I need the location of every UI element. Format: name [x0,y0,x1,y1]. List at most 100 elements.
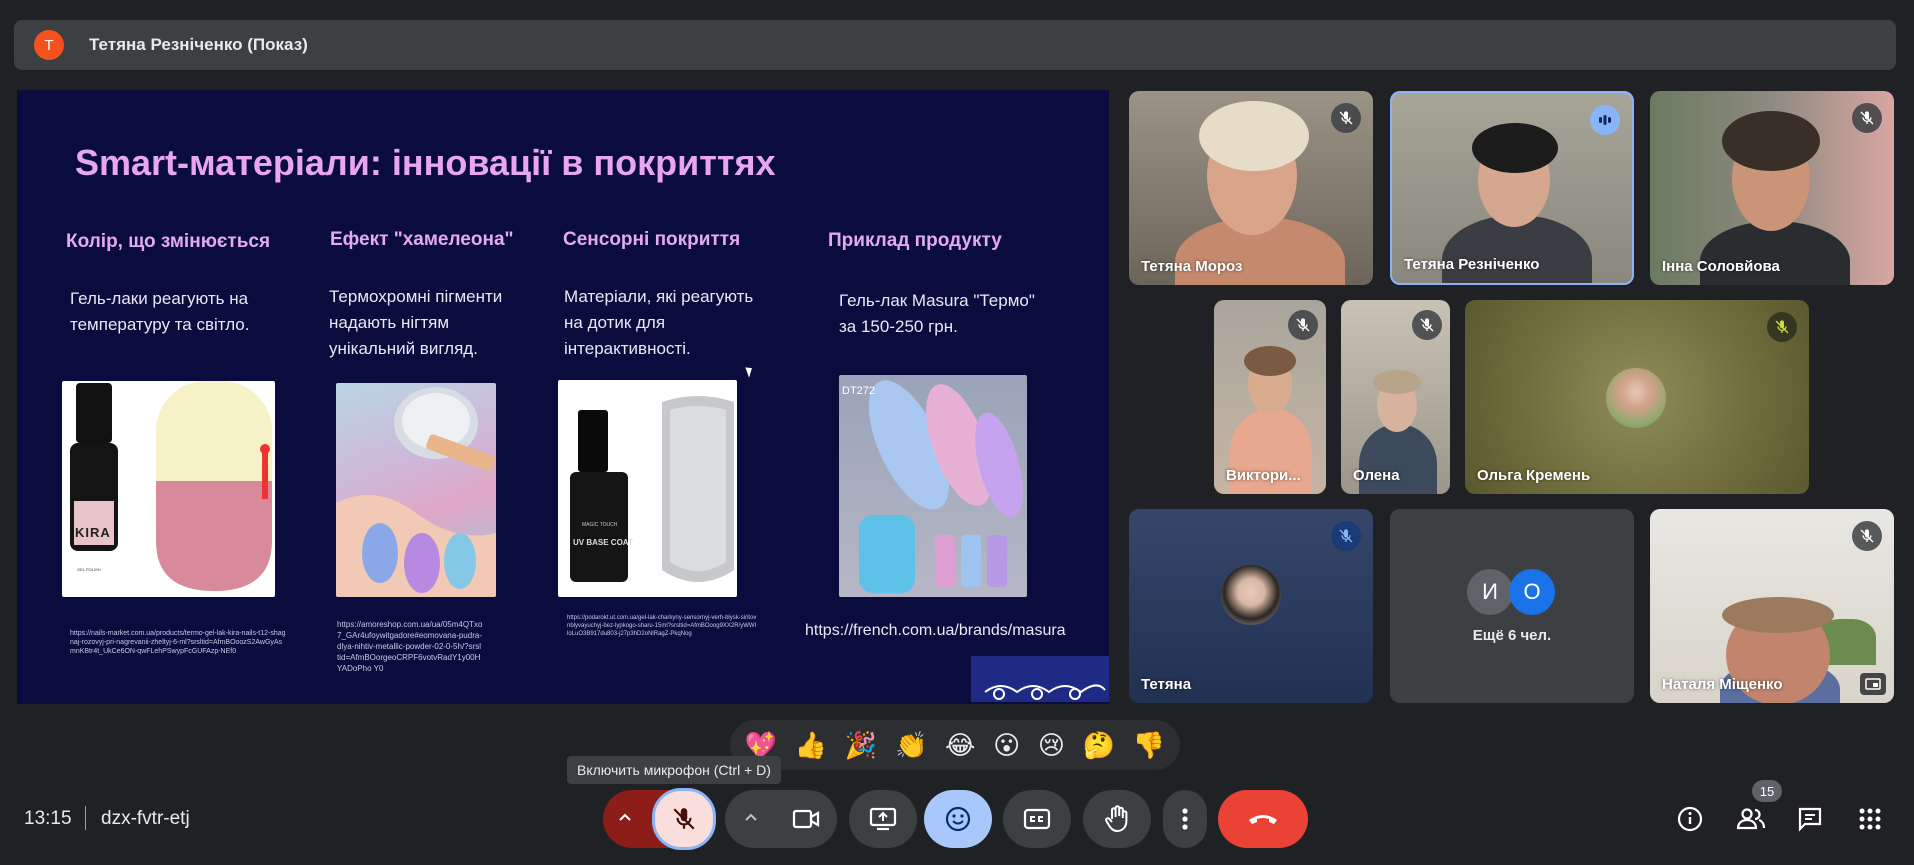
slide-column-1: Колір, що змінюється [66,231,270,253]
shared-screen-slide[interactable]: Smart-матеріали: інновації в покриттях К… [17,90,1109,704]
participant-count-badge: 15 [1752,780,1782,802]
participant-tile-olha-kremen[interactable]: Ольга Кремень [1465,300,1809,494]
mic-off-icon [1331,521,1361,551]
captions-button[interactable] [1003,790,1071,848]
column-2-description: Термохромні пігменти надають нігтям унік… [329,287,503,358]
participant-avatar [1221,565,1281,625]
slide-logo [971,656,1109,702]
mic-off-icon [1288,310,1318,340]
reaction-thumbs-down[interactable]: 👎 [1133,730,1165,760]
slide-column-3: Сенсорні покриття [563,229,740,251]
masura-gel-polish-image: DT272 [839,375,1027,597]
mouse-cursor [745,365,755,378]
speaking-indicator-icon [1590,105,1620,135]
more-options-button[interactable] [1163,790,1207,848]
camera-options-chevron-icon[interactable] [743,810,759,826]
other-participant-avatar: И [1467,569,1513,615]
emoji-icon [945,806,971,832]
camera-toggle-button[interactable] [777,790,835,848]
other-participant-avatar: О [1509,569,1555,615]
column-1-source-url[interactable]: https://nails-market.com.ua/products/ter… [70,629,286,656]
mic-off-icon [1852,521,1882,551]
participant-name: Ольга Кремень [1477,467,1591,484]
meeting-clock: 13:15 [24,808,72,829]
mic-off-icon [1852,103,1882,133]
mic-off-icon [1331,103,1361,133]
pip-icon[interactable] [1860,673,1886,695]
column-3-heading: Сенсорні покриття [563,229,741,250]
column-2-source-url[interactable]: https://amoreshop.com.ua/ua/05m4QTxo7_GA… [337,619,483,674]
chat-button[interactable] [1795,804,1825,834]
column-1-description: Гель-лаки реагують на температуру та сві… [70,289,250,334]
participant-name: Наталя Міщенко [1662,676,1783,693]
reaction-surprised[interactable]: 😮 [993,730,1020,760]
reaction-laughing[interactable]: 😂 [945,730,975,760]
participant-tile-inna-solovyova[interactable]: Інна Соловйова [1650,91,1894,285]
chameleon-powder-image [336,383,496,597]
column-4-source-url[interactable]: https://french.com.ua/brands/masura [805,622,1066,640]
slide-column-4: Приклад продукту [828,230,1002,252]
more-participants-tile[interactable]: И О Ещё 6 чел. [1390,509,1634,703]
participant-name: Тетяна Резніченко [1404,256,1540,273]
participant-avatar [1606,368,1666,428]
column-3-description: Матеріали, які реагують на дотик для інт… [564,287,754,358]
coat-label-line2: UV BASE COAT [573,538,633,547]
participant-name: Олена [1353,467,1400,484]
column-4-description: Гель-лак Masura "Термо" за 150-250 грн. [839,291,1035,336]
participant-name: Виктори... [1226,467,1301,484]
column-2-heading: Ефект "хамелеона" [330,229,514,250]
reaction-party-popper[interactable]: 🎉 [845,730,877,760]
participant-tile-tetiana-moroz[interactable]: Тетяна Мороз [1129,91,1373,285]
participant-tile-viktoria[interactable]: Виктори... [1214,300,1326,494]
meeting-info-button[interactable] [1675,804,1705,834]
present-screen-icon [869,807,897,831]
apps-grid-icon [1859,808,1881,830]
participant-name: Інна Соловйова [1662,258,1780,275]
participant-name: Тетяна [1141,676,1192,693]
kira-gel-polish-image: KIRA GEL POLISH [62,381,275,597]
raise-hand-icon [1105,805,1128,833]
chat-icon [1798,807,1822,832]
microphone-toggle-button[interactable] [652,788,716,850]
leave-call-button[interactable] [1218,790,1308,848]
mic-off-icon [1767,312,1797,342]
reactions-bar: 💖 👍 🎉 👏 😂 😮 😢 🤔 👎 [730,720,1180,770]
kira-sub-label: GEL POLISH [77,567,101,572]
participant-tile-natalia-mishchenko[interactable]: Наталя Міщенко [1650,509,1894,703]
end-call-icon [1249,815,1277,824]
coat-label-line1: MAGIC TOUCH [582,522,618,528]
video-camera-icon [792,809,820,829]
participant-tile-tetiana-reznichenko[interactable]: Тетяна Резніченко [1390,91,1634,285]
reaction-clapping[interactable]: 👏 [895,730,927,760]
more-vert-icon [1182,808,1188,830]
reaction-thumbs-up[interactable]: 👍 [795,730,827,760]
people-button[interactable] [1736,804,1766,834]
people-icon [1736,808,1766,830]
column-4-heading: Приклад продукту [828,230,1002,251]
slide-column-2: Ефект "хамелеона" [330,229,514,251]
more-participants-label: Ещё 6 чел. [1472,627,1552,644]
present-screen-button[interactable] [849,790,917,848]
participant-tile-olena[interactable]: Олена [1341,300,1450,494]
column-3-source-url[interactable]: https://podarokt.ut.com.ua/gel-lak-chark… [567,614,757,638]
mic-tooltip: Включить микрофон (Ctrl + D) [567,756,781,784]
kira-brand-label: KIRA [75,525,111,540]
camera-options-group [725,790,837,848]
mic-off-icon [1412,310,1442,340]
mic-options-chevron-icon[interactable] [617,810,633,826]
reaction-thinking[interactable]: 🤔 [1083,730,1115,760]
divider [85,806,86,830]
meeting-code: dzx-fvtr-etj [101,808,190,829]
magic-touch-base-coat-image: MAGIC TOUCH UV BASE COAT [558,380,737,597]
participant-tile-tetiana[interactable]: Тетяна [1129,509,1373,703]
info-icon [1677,806,1703,832]
reactions-button[interactable] [924,790,992,848]
reaction-crying[interactable]: 😢 [1038,730,1065,760]
presenter-avatar: T [34,30,64,60]
presenter-name: Тетяна Резніченко (Показ) [89,35,308,54]
column-1-heading: Колір, що змінюється [66,231,271,252]
mic-off-icon [673,808,695,830]
raise-hand-button[interactable] [1083,790,1151,848]
activities-button[interactable] [1855,804,1885,834]
masura-code-label: DT272 [842,385,876,397]
